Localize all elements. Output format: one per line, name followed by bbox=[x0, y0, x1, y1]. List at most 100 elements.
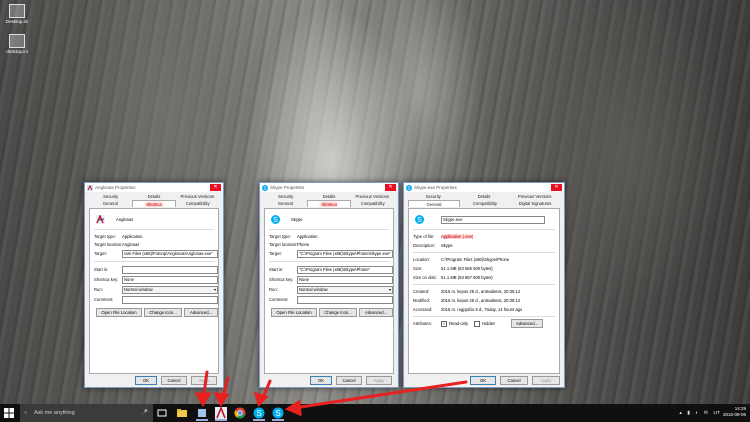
ok-button[interactable]: OK bbox=[470, 376, 496, 385]
desktop-icon[interactable]: Desktop.ini bbox=[2, 4, 32, 24]
readonly-label: Read-only bbox=[449, 320, 469, 326]
change-icon-button[interactable]: Change Icon... bbox=[144, 308, 182, 317]
clock[interactable]: 14:29 2015-08-06 bbox=[723, 406, 746, 418]
tab-details[interactable]: Details bbox=[132, 193, 175, 200]
open-file-location-button[interactable]: Open File Location bbox=[96, 308, 142, 317]
svg-text:S: S bbox=[407, 185, 410, 190]
tab-compatibility[interactable]: Compatibility bbox=[351, 200, 394, 207]
chrome-icon[interactable] bbox=[234, 407, 246, 419]
file-explorer-icon[interactable] bbox=[176, 407, 188, 419]
tab-general[interactable]: General bbox=[408, 200, 460, 207]
start-in-input[interactable] bbox=[122, 265, 218, 274]
search-box[interactable]: ○ Ask me anything 🎤 bbox=[20, 404, 153, 422]
target-type-value: Application bbox=[122, 234, 143, 239]
close-button[interactable]: ✕ bbox=[551, 184, 562, 191]
tab-compatibility[interactable]: Compatibility bbox=[176, 200, 219, 207]
tab-previous-versions[interactable]: Previous Versions bbox=[176, 193, 219, 200]
target-input[interactable]: "C:\Program Files (x86)\Skype\Phone\Skyp… bbox=[297, 249, 393, 258]
windows-start-icon[interactable] bbox=[4, 408, 14, 418]
apply-button[interactable]: Apply bbox=[366, 376, 392, 385]
advanced-button[interactable]: Advanced... bbox=[359, 308, 393, 317]
open-file-location-button[interactable]: Open File Location bbox=[271, 308, 317, 317]
microphone-icon[interactable]: 🎤 bbox=[141, 404, 148, 422]
shortcut-key-input[interactable]: None bbox=[122, 275, 218, 284]
system-tray-icons[interactable]: ▴ ▮ ◐ ✉ bbox=[679, 410, 710, 416]
clock-date: 2015-08-06 bbox=[722, 412, 746, 417]
apply-button[interactable]: Apply bbox=[191, 376, 217, 385]
run-select[interactable]: Normal window bbox=[122, 285, 218, 294]
tab-compatibility[interactable]: Compatibility bbox=[460, 200, 510, 207]
divider bbox=[413, 229, 555, 230]
divider bbox=[413, 252, 555, 253]
tab-security[interactable]: Security bbox=[408, 193, 459, 200]
hidden-checkbox[interactable]: Hidden bbox=[474, 320, 495, 327]
title-bar: S Skype Properties ✕ bbox=[260, 183, 398, 192]
tab-details[interactable]: Details bbox=[459, 193, 510, 200]
search-placeholder: Ask me anything bbox=[34, 410, 75, 416]
tab-panel: S Skype Target type: Application Target l… bbox=[264, 209, 394, 374]
search-icon: ○ bbox=[24, 410, 28, 416]
title-bar: Anglonas Properties ✕ bbox=[85, 183, 223, 192]
close-button[interactable]: ✕ bbox=[210, 184, 221, 191]
settings-file-icon bbox=[9, 34, 25, 48]
change-icon-button[interactable]: Change Icon... bbox=[319, 308, 357, 317]
target-label: Target: bbox=[94, 251, 107, 256]
divider bbox=[269, 261, 389, 262]
target-input[interactable]: ram Files (x86)\Fotonp\Anglonas\Anglonas… bbox=[122, 249, 218, 258]
tab-strip: Security Details Previous Versions Gener… bbox=[408, 193, 560, 209]
readonly-checkbox[interactable]: ✓ Read-only bbox=[441, 320, 469, 327]
advanced-button[interactable]: Advanced... bbox=[184, 308, 218, 317]
anglonas-app-icon bbox=[96, 215, 105, 224]
tab-general[interactable]: General bbox=[264, 200, 307, 207]
target-location-label: Target location: bbox=[94, 242, 123, 247]
tab-shortcut[interactable]: Shortcut bbox=[131, 200, 177, 207]
svg-text:S: S bbox=[256, 409, 261, 418]
shortcut-name: Skype bbox=[291, 217, 303, 222]
tab-previous-versions[interactable]: Previous Versions bbox=[351, 193, 394, 200]
tab-previous-versions[interactable]: Previous Versions bbox=[509, 193, 560, 200]
description-label: Description: bbox=[413, 243, 436, 248]
ok-button[interactable]: OK bbox=[310, 376, 332, 385]
shortcut-key-label: Shortcut key: bbox=[94, 277, 119, 282]
desktop-icon[interactable]: desktop.ini bbox=[2, 34, 32, 54]
start-in-input[interactable]: "C:\Program Files (x86)\Skype\Phone" bbox=[297, 265, 393, 274]
apply-button[interactable]: Apply bbox=[532, 376, 560, 385]
cancel-button[interactable]: Cancel bbox=[336, 376, 362, 385]
created-label: Created: bbox=[413, 289, 430, 294]
target-type-label: Target type: bbox=[94, 234, 116, 239]
file-name-input[interactable]: Skype.exe bbox=[441, 216, 545, 224]
ok-button[interactable]: OK bbox=[135, 376, 157, 385]
run-select[interactable]: Normal window bbox=[297, 285, 393, 294]
tab-general[interactable]: General bbox=[89, 200, 132, 207]
tab-details[interactable]: Details bbox=[307, 193, 350, 200]
divider bbox=[94, 229, 214, 230]
pinned-app-icon[interactable] bbox=[196, 407, 208, 421]
target-type-value: Application bbox=[297, 234, 318, 239]
skype-icon[interactable]: S bbox=[272, 407, 284, 421]
skype-icon[interactable]: S bbox=[253, 407, 265, 421]
cancel-button[interactable]: Cancel bbox=[500, 376, 528, 385]
language-indicator[interactable]: LIT bbox=[713, 410, 720, 415]
anglonas-app-icon[interactable] bbox=[215, 407, 227, 421]
tab-security[interactable]: Security bbox=[89, 193, 132, 200]
tab-shortcut[interactable]: Shortcut bbox=[306, 200, 352, 207]
cancel-button[interactable]: Cancel bbox=[161, 376, 187, 385]
divider bbox=[413, 316, 555, 317]
close-button[interactable]: ✕ bbox=[385, 184, 396, 191]
advanced-button[interactable]: Advanced... bbox=[511, 319, 543, 328]
divider bbox=[413, 284, 555, 285]
divider bbox=[269, 229, 389, 230]
comment-input[interactable] bbox=[297, 295, 393, 304]
start-in-label: Start in: bbox=[269, 267, 284, 272]
created-value: 2015 m. liepos 28 d., antradienis, 20:39… bbox=[441, 289, 521, 294]
target-location-label: Target location: bbox=[269, 242, 298, 247]
comment-input[interactable] bbox=[122, 295, 218, 304]
checkbox-empty-icon bbox=[474, 320, 481, 327]
desktop-icon-label: desktop.ini bbox=[6, 49, 28, 54]
task-view-icon[interactable] bbox=[156, 407, 168, 419]
type-value: Application (.exe) bbox=[441, 234, 474, 239]
shortcut-key-input[interactable]: None bbox=[297, 275, 393, 284]
run-label: Run: bbox=[94, 287, 103, 292]
tab-digital-signatures[interactable]: Digital Signatures bbox=[510, 200, 560, 207]
tab-security[interactable]: Security bbox=[264, 193, 307, 200]
